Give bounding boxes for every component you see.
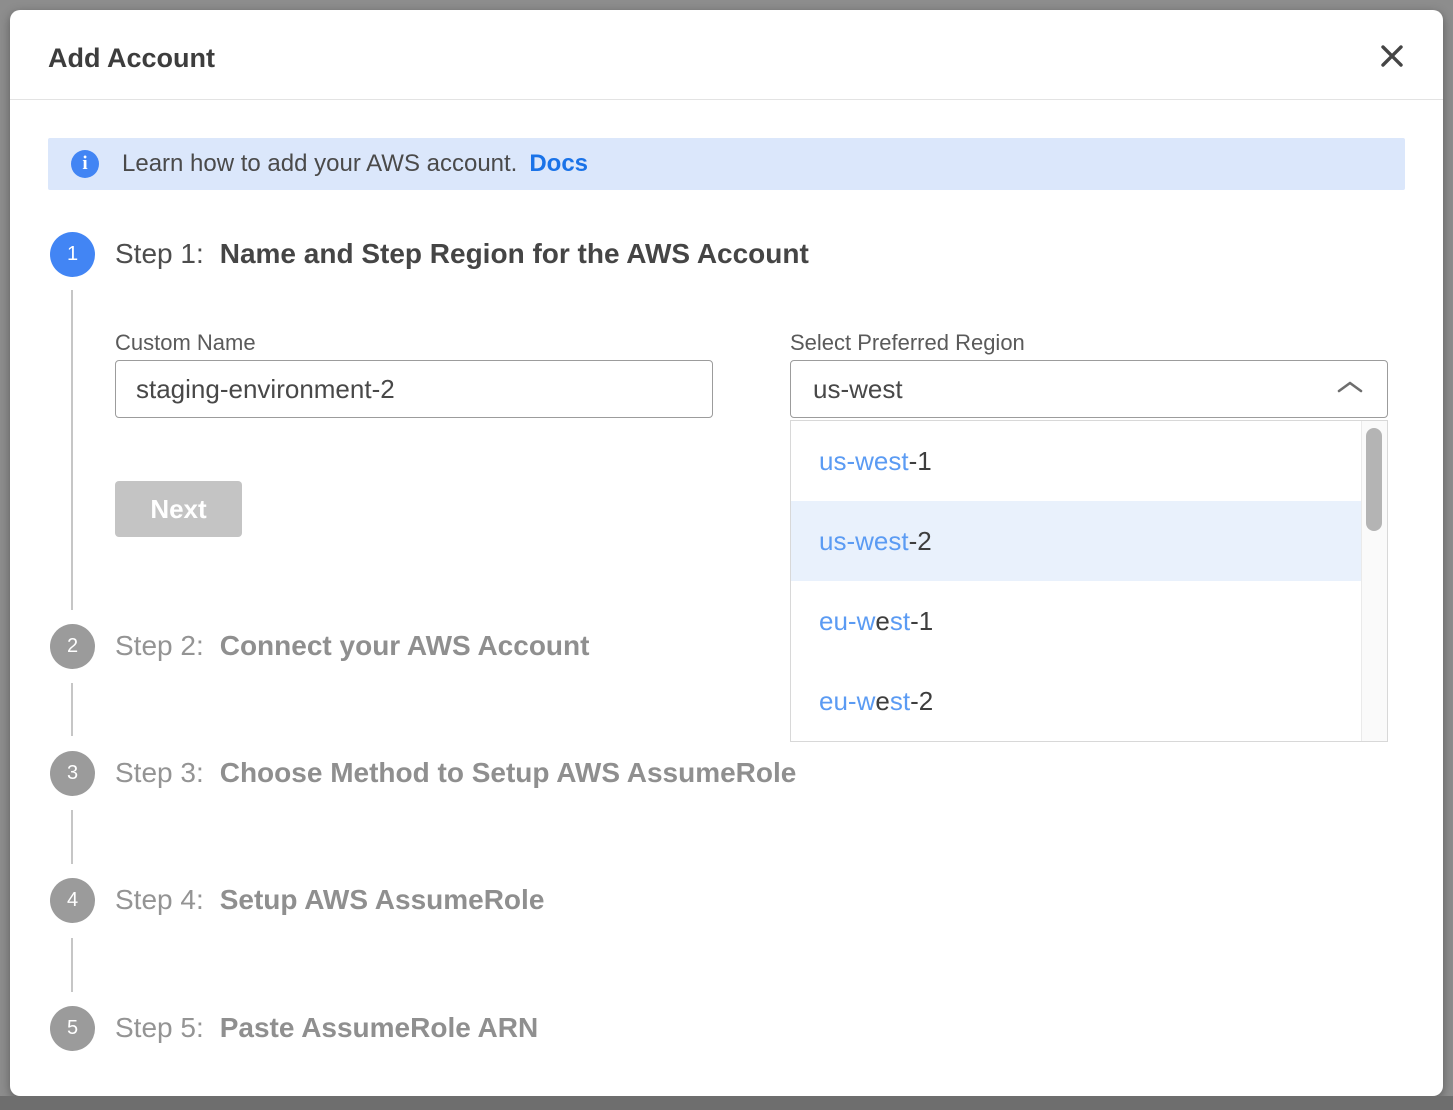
option-match-text: eu-w bbox=[819, 686, 875, 717]
dropdown-scrollbar-thumb[interactable] bbox=[1366, 428, 1382, 531]
region-label: Select Preferred Region bbox=[790, 330, 1025, 356]
step-connector-1-2 bbox=[71, 290, 73, 610]
step-5-number: 5 bbox=[67, 1017, 78, 1040]
step-5-circle: 5 bbox=[50, 1006, 95, 1051]
step-3-circle: 3 bbox=[50, 751, 95, 796]
step-1-prefix: Step 1: bbox=[115, 238, 204, 270]
next-button[interactable]: Next bbox=[115, 481, 242, 537]
step-2-prefix: Step 2: bbox=[115, 630, 204, 662]
backdrop-bottom-edge bbox=[0, 1096, 1453, 1110]
step-connector-2-3 bbox=[71, 683, 73, 736]
info-banner-text: Learn how to add your AWS account. bbox=[122, 150, 517, 178]
option-rest-text: -2 bbox=[910, 686, 933, 717]
modal-header: Add Account bbox=[10, 10, 1443, 100]
close-button[interactable] bbox=[1372, 36, 1412, 76]
step-2-number: 2 bbox=[67, 635, 78, 658]
option-rest-text: e bbox=[875, 606, 889, 637]
dropdown-scrollbar-track[interactable] bbox=[1361, 421, 1387, 741]
docs-link[interactable]: Docs bbox=[529, 150, 588, 178]
step-5-prefix: Step 5: bbox=[115, 1012, 204, 1044]
step-1-circle: 1 bbox=[50, 232, 95, 277]
step-4-circle: 4 bbox=[50, 878, 95, 923]
step-5-title: Paste AssumeRole ARN bbox=[220, 1012, 538, 1044]
step-4-heading: Step 4: Setup AWS AssumeRole bbox=[115, 870, 544, 930]
chevron-up-icon bbox=[1335, 378, 1365, 401]
custom-name-label: Custom Name bbox=[115, 330, 256, 356]
step-connector-3-4 bbox=[71, 810, 73, 864]
region-select-value: us-west bbox=[813, 374, 903, 405]
option-match-text: eu-w bbox=[819, 606, 875, 637]
step-3-heading: Step 3: Choose Method to Setup AWS Assum… bbox=[115, 743, 796, 803]
option-match-text: st bbox=[890, 686, 910, 717]
step-3-number: 3 bbox=[67, 762, 78, 785]
option-rest-text: -1 bbox=[910, 606, 933, 637]
custom-name-input[interactable] bbox=[115, 360, 713, 418]
region-dropdown: us-west-1 us-west-2 eu-west-1 eu-west-2 bbox=[790, 420, 1388, 742]
info-icon: i bbox=[71, 150, 99, 178]
step-2-heading: Step 2: Connect your AWS Account bbox=[115, 616, 589, 676]
step-4-title: Setup AWS AssumeRole bbox=[220, 884, 545, 916]
region-option-us-west-2[interactable]: us-west-2 bbox=[791, 501, 1361, 581]
step-2-circle: 2 bbox=[50, 624, 95, 669]
modal-title: Add Account bbox=[48, 43, 215, 74]
option-rest-text: -1 bbox=[909, 446, 932, 477]
step-4-number: 4 bbox=[67, 889, 78, 912]
step-3-title: Choose Method to Setup AWS AssumeRole bbox=[220, 757, 797, 789]
info-banner: i Learn how to add your AWS account. Doc… bbox=[48, 138, 1405, 190]
step-1-number: 1 bbox=[67, 243, 78, 266]
step-4-prefix: Step 4: bbox=[115, 884, 204, 916]
step-2-title: Connect your AWS Account bbox=[220, 630, 590, 662]
step-1-heading: Step 1: Name and Step Region for the AWS… bbox=[115, 224, 809, 284]
region-option-us-west-1[interactable]: us-west-1 bbox=[791, 421, 1361, 501]
close-icon bbox=[1377, 41, 1407, 71]
option-rest-text: -2 bbox=[909, 526, 932, 557]
region-option-eu-west-2[interactable]: eu-west-2 bbox=[791, 661, 1361, 741]
option-rest-text: e bbox=[875, 686, 889, 717]
region-option-eu-west-1[interactable]: eu-west-1 bbox=[791, 581, 1361, 661]
region-select[interactable]: us-west bbox=[790, 360, 1388, 418]
step-1-title: Name and Step Region for the AWS Account bbox=[220, 238, 809, 270]
step-connector-4-5 bbox=[71, 938, 73, 992]
step-3-prefix: Step 3: bbox=[115, 757, 204, 789]
option-match-text: st bbox=[890, 606, 910, 637]
option-match-text: us-west bbox=[819, 446, 909, 477]
add-account-modal: Add Account i Learn how to add your AWS … bbox=[10, 10, 1443, 1096]
option-match-text: us-west bbox=[819, 526, 909, 557]
step-5-heading: Step 5: Paste AssumeRole ARN bbox=[115, 998, 538, 1058]
